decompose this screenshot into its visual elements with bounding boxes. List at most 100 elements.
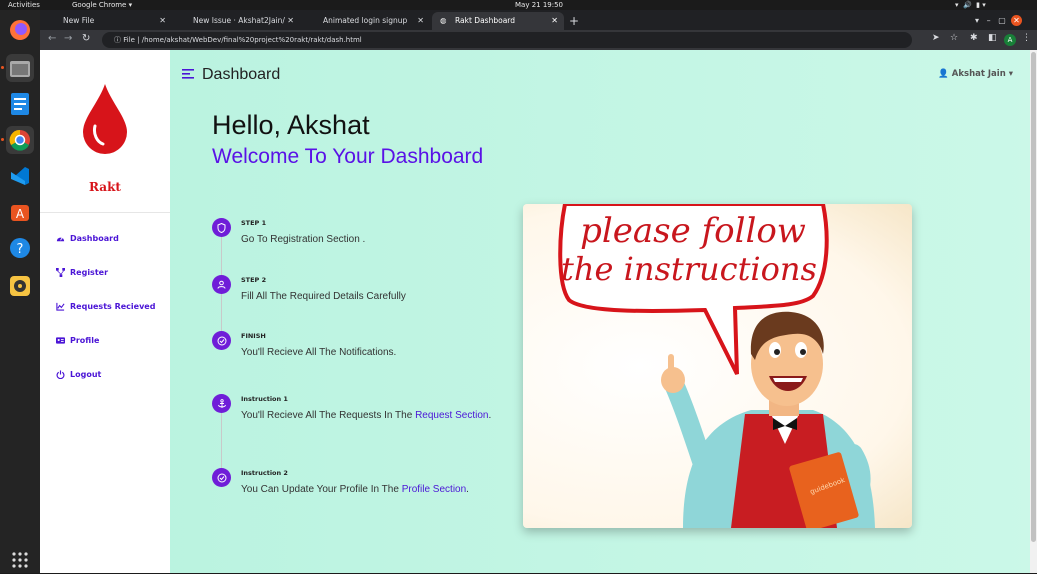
svg-text:A: A	[16, 207, 25, 221]
back-icon[interactable]: ←	[48, 33, 56, 44]
forward-icon[interactable]: →	[64, 33, 72, 44]
browser-tab-strip: New File ✕ New Issue · Akshat2Jain/✕ Anim…	[40, 10, 1037, 30]
clock[interactable]: May 21 19:50	[515, 0, 563, 10]
app-name: Google Chrome	[72, 1, 127, 9]
show-applications-icon[interactable]	[6, 546, 34, 574]
system-tray-icons[interactable]: ▾ 🔊 ▮ ▾	[955, 0, 986, 10]
instruction-text: You Can Update Your Profile In The Profi…	[241, 481, 501, 498]
greeting: Hello, Akshat	[212, 110, 370, 140]
close-tab-icon[interactable]: ✕	[159, 12, 166, 30]
side-panel-icon[interactable]: ◧	[988, 33, 997, 43]
sidebar-item-profile[interactable]: Profile	[56, 336, 99, 345]
writer-icon[interactable]	[6, 90, 34, 118]
shield-icon	[212, 218, 231, 237]
scrollbar-thumb[interactable]	[1031, 52, 1036, 542]
reload-icon[interactable]: ↻	[82, 33, 90, 44]
ubuntu-dock: A ?	[0, 10, 40, 573]
new-tab-button[interactable]: +	[566, 12, 586, 30]
sidebar-item-dashboard[interactable]: Dashboard	[56, 234, 119, 243]
power-icon	[56, 370, 65, 379]
sidebar-item-label: Logout	[70, 370, 102, 379]
info-icon: ⓘ	[114, 36, 121, 44]
browser-toolbar: ← → ↻ ⓘ File | /home/akshat/WebDev/final…	[40, 30, 1037, 50]
help-icon[interactable]: ?	[6, 234, 34, 262]
files-icon[interactable]	[6, 54, 34, 82]
tab-title: Animated login signup	[323, 16, 408, 25]
page-scrollbar[interactable]	[1030, 50, 1037, 573]
user-menu[interactable]: 👤 Akshat Jain ▾	[938, 69, 1013, 79]
os-top-bar: Activities Google Chrome ▾ May 21 19:50 …	[0, 0, 1037, 10]
vscode-icon[interactable]	[6, 162, 34, 190]
instruction-body: You'll Recieve All The Requests In The	[241, 410, 416, 421]
address-prefix: File	[123, 36, 135, 44]
instruction-label: Instruction 1	[241, 395, 288, 403]
active-app-menu[interactable]: Google Chrome ▾	[72, 0, 132, 10]
step-text: Fill All The Required Details Carefully	[241, 291, 406, 302]
bubble-text-line1: please follow	[580, 211, 806, 251]
user-icon	[212, 275, 231, 294]
svg-text:?: ?	[17, 242, 24, 257]
tab-new-issue[interactable]: New Issue · Akshat2Jain/✕	[170, 12, 300, 30]
close-tab-icon[interactable]: ✕	[287, 12, 294, 30]
step-text: You'll Recieve All The Notifications.	[241, 347, 397, 358]
activities-button[interactable]: Activities	[8, 0, 40, 10]
window-controls[interactable]: ▾ – ▢ ✕	[975, 12, 1035, 30]
send-icon[interactable]: ➤	[932, 33, 940, 43]
sidebar-item-requests[interactable]: Requests Recieved	[56, 302, 155, 311]
waiter-character: guidebook	[661, 311, 875, 528]
sidebar-item-label: Register	[70, 268, 109, 277]
running-indicator	[1, 66, 4, 69]
step-text: Go To Registration Section .	[241, 234, 366, 245]
user-name: Akshat Jain	[951, 69, 1006, 79]
instruction-end: .	[488, 410, 492, 421]
globe-icon: ◍	[440, 16, 447, 25]
sidebar-item-label: Requests Recieved	[70, 302, 156, 311]
tab-title: New File	[63, 16, 95, 25]
bookmark-star-icon[interactable]: ☆	[950, 33, 958, 43]
sidebar-divider	[40, 212, 170, 213]
close-tab-icon[interactable]: ✕	[417, 12, 424, 30]
rhythmbox-icon[interactable]	[6, 272, 34, 300]
sidebar: Rakt Dashboard Register Requests Recieve…	[40, 50, 170, 573]
instruction-text: You'll Recieve All The Requests In The R…	[241, 407, 501, 424]
step-label: FINISH	[241, 332, 266, 340]
gauge-icon	[56, 237, 65, 242]
tab-title: Rakt Dashboard	[455, 16, 515, 25]
close-window-icon[interactable]: ✕	[1010, 15, 1022, 26]
welcome-heading: Welcome To Your Dashboard	[212, 145, 484, 168]
check-circle-icon	[212, 331, 231, 350]
page-title: Dashboard	[202, 66, 281, 83]
sidebar-item-logout[interactable]: Logout	[56, 370, 101, 379]
chrome-icon[interactable]	[6, 126, 34, 154]
kebab-menu-icon[interactable]: ⋮	[1022, 33, 1031, 43]
tab-animated-login[interactable]: Animated login signup ✕	[300, 12, 430, 30]
instruction-body: You Can Update Your Profile In The	[241, 484, 402, 495]
request-section-link[interactable]: Request Section	[415, 410, 488, 421]
software-center-icon[interactable]: A	[6, 198, 34, 226]
step-label: STEP 1	[241, 219, 267, 227]
tab-rakt-dashboard[interactable]: ◍ Rakt Dashboard ✕	[432, 12, 564, 30]
brand-name: Rakt	[89, 180, 121, 194]
check-circle-icon	[212, 468, 231, 487]
instruction-end: .	[466, 484, 469, 495]
running-indicator	[1, 138, 4, 141]
sidebar-item-label: Dashboard	[70, 234, 119, 243]
bubble-text-line2: the instructions	[561, 250, 817, 288]
step-label: STEP 2	[241, 276, 267, 284]
close-tab-icon[interactable]: ✕	[551, 12, 558, 30]
profile-avatar[interactable]: A	[1004, 34, 1016, 46]
extensions-icon[interactable]: ✱	[970, 33, 978, 43]
menu-toggle-icon[interactable]	[182, 69, 194, 79]
dashboard-page: Rakt Dashboard Register Requests Recieve…	[40, 50, 1037, 573]
id-card-icon	[56, 337, 65, 344]
blood-drop-logo	[83, 84, 127, 154]
profile-section-link[interactable]: Profile Section	[402, 484, 466, 495]
tab-title: New Issue · Akshat2Jain/	[193, 16, 285, 25]
sidebar-item-register[interactable]: Register	[56, 268, 108, 277]
address-bar[interactable]: ⓘ File | /home/akshat/WebDev/final%20pro…	[102, 32, 912, 48]
instruction-label: Instruction 2	[241, 469, 288, 477]
sitemap-icon	[56, 268, 65, 277]
instructions-illustration: please follow the instructions guidebook	[523, 204, 912, 528]
firefox-icon[interactable]	[6, 16, 34, 44]
tab-new-file[interactable]: New File ✕	[40, 12, 172, 30]
